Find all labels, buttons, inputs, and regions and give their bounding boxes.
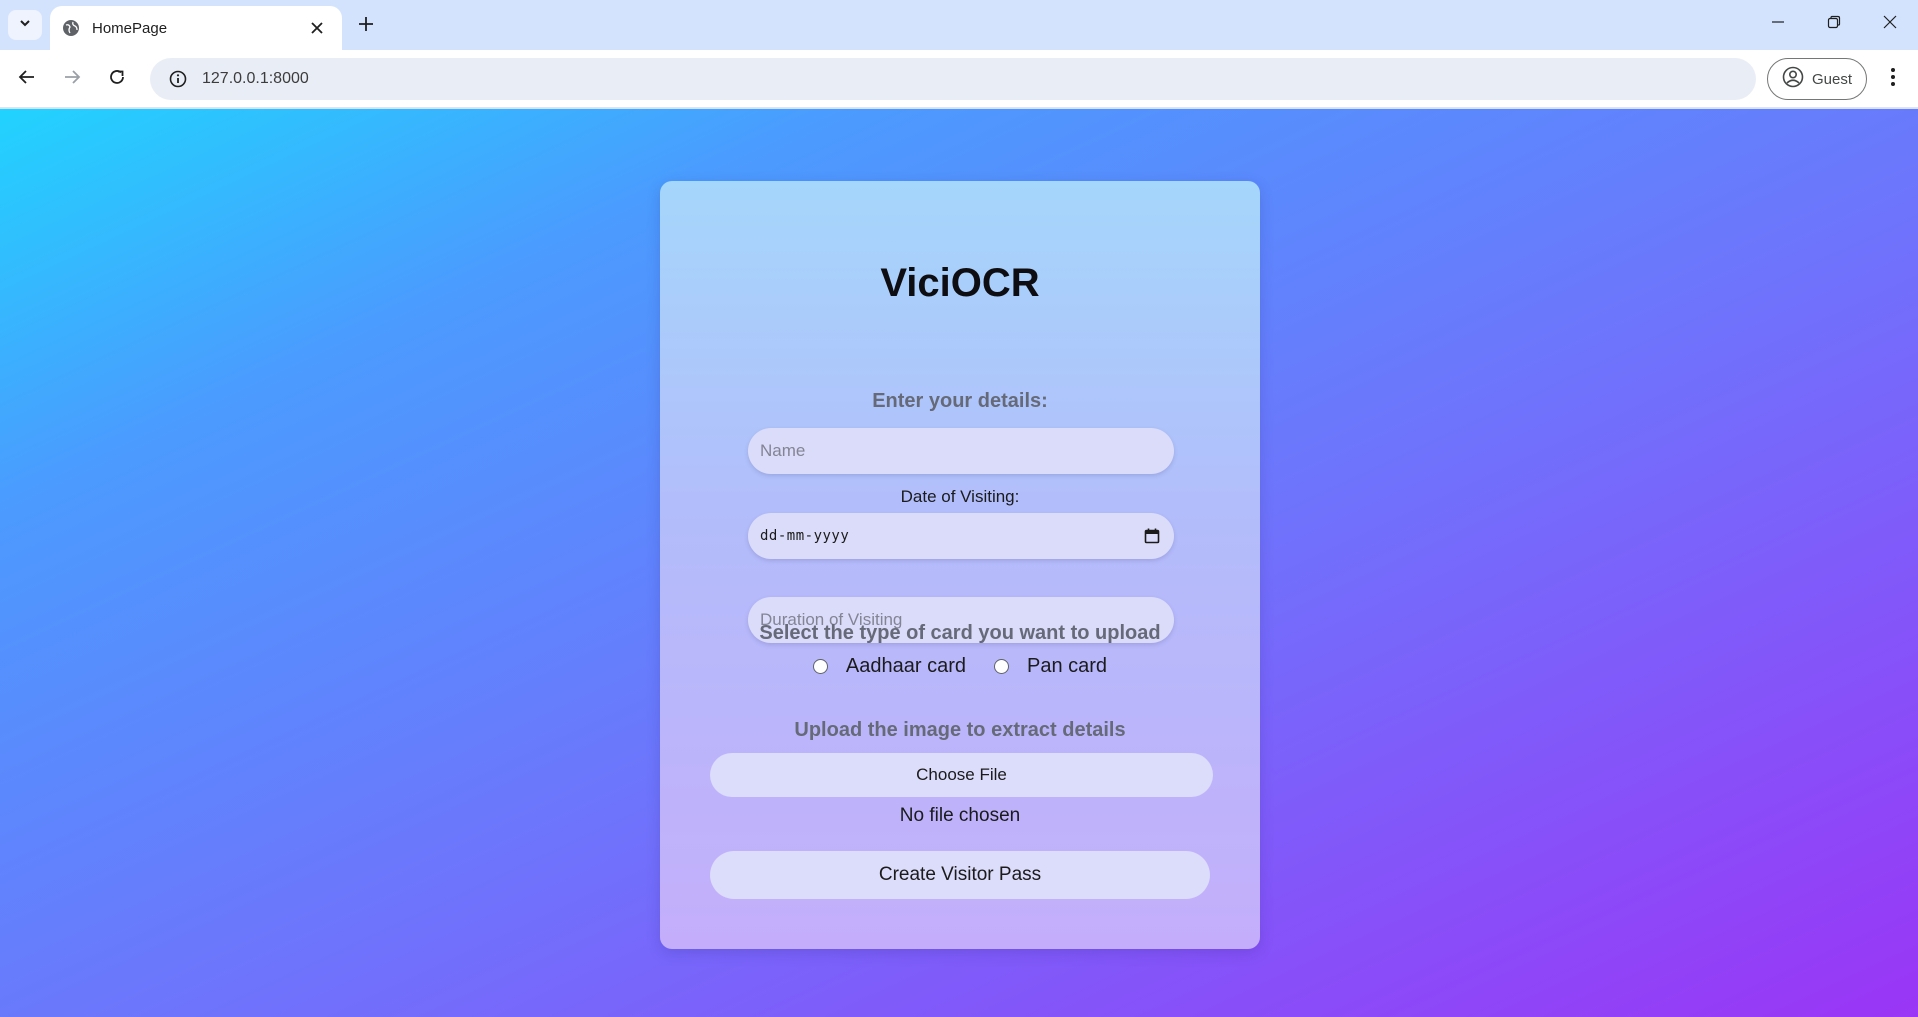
pan-label: Pan card: [1027, 655, 1108, 677]
name-placeholder: Name: [760, 441, 806, 460]
calendar-icon[interactable]: [1142, 526, 1162, 546]
minimize-button[interactable]: [1750, 0, 1806, 48]
pan-option[interactable]: Pan card: [994, 655, 1107, 678]
arrow-right-icon: [63, 68, 81, 91]
close-window-button[interactable]: [1862, 0, 1918, 48]
tab-search-button[interactable]: [8, 10, 42, 40]
close-icon: [1883, 15, 1897, 34]
address-bar[interactable]: 127.0.0.1:8000: [150, 58, 1756, 100]
aadhaar-option[interactable]: Aadhaar card: [812, 655, 966, 678]
page-viewport: ViciOCR Enter your details: Name Date of…: [0, 109, 1918, 1017]
aadhaar-radio[interactable]: [812, 659, 828, 674]
arrow-left-icon: [18, 68, 36, 91]
minimize-icon: [1771, 15, 1785, 34]
restore-button[interactable]: [1806, 0, 1862, 48]
tab-homepage[interactable]: HomePage: [50, 6, 342, 50]
browser-toolbar: 127.0.0.1:8000 Guest: [0, 50, 1918, 108]
reload-button[interactable]: [99, 61, 135, 97]
back-button[interactable]: [9, 61, 45, 97]
card-type-heading: Select the type of card you want to uplo…: [759, 622, 1161, 644]
profile-label: Guest: [1811, 70, 1853, 88]
plus-icon: [358, 16, 374, 37]
create-visitor-pass-button[interactable]: Create Visitor Pass: [710, 851, 1210, 899]
kebab-menu-icon: [1890, 67, 1896, 92]
forward-button[interactable]: [54, 61, 90, 97]
url-text: 127.0.0.1:8000: [202, 70, 309, 87]
date-label: Date of Visiting:: [900, 487, 1020, 506]
visitor-form-card: ViciOCR Enter your details: Name Date of…: [660, 181, 1260, 949]
profile-button[interactable]: Guest: [1767, 58, 1867, 100]
name-input[interactable]: Name: [748, 428, 1174, 474]
upload-heading: Upload the image to extract details: [794, 719, 1126, 741]
info-icon[interactable]: [164, 65, 192, 93]
restore-icon: [1827, 15, 1841, 34]
card-type-options: Aadhaar card Pan card: [660, 655, 1260, 678]
globe-icon: [62, 19, 80, 37]
browser-menu-button[interactable]: [1876, 61, 1910, 97]
pan-radio[interactable]: [994, 659, 1009, 674]
details-heading: Enter your details:: [872, 390, 1048, 412]
tab-title: HomePage: [92, 19, 168, 37]
tab-strip: HomePage: [0, 0, 1918, 50]
page-title: ViciOCR: [880, 261, 1040, 305]
choose-file-button[interactable]: Choose File: [710, 753, 1213, 797]
close-icon[interactable]: [306, 17, 328, 39]
date-input[interactable]: dd-mm-yyyy: [748, 513, 1174, 559]
date-value: dd-mm-yyyy: [760, 528, 850, 544]
new-tab-button[interactable]: [352, 12, 380, 40]
reload-icon: [108, 68, 126, 91]
chevron-down-icon: [18, 16, 32, 35]
account-circle-icon: [1782, 66, 1804, 93]
aadhaar-label: Aadhaar card: [845, 655, 966, 677]
file-status: No file chosen: [899, 805, 1021, 826]
